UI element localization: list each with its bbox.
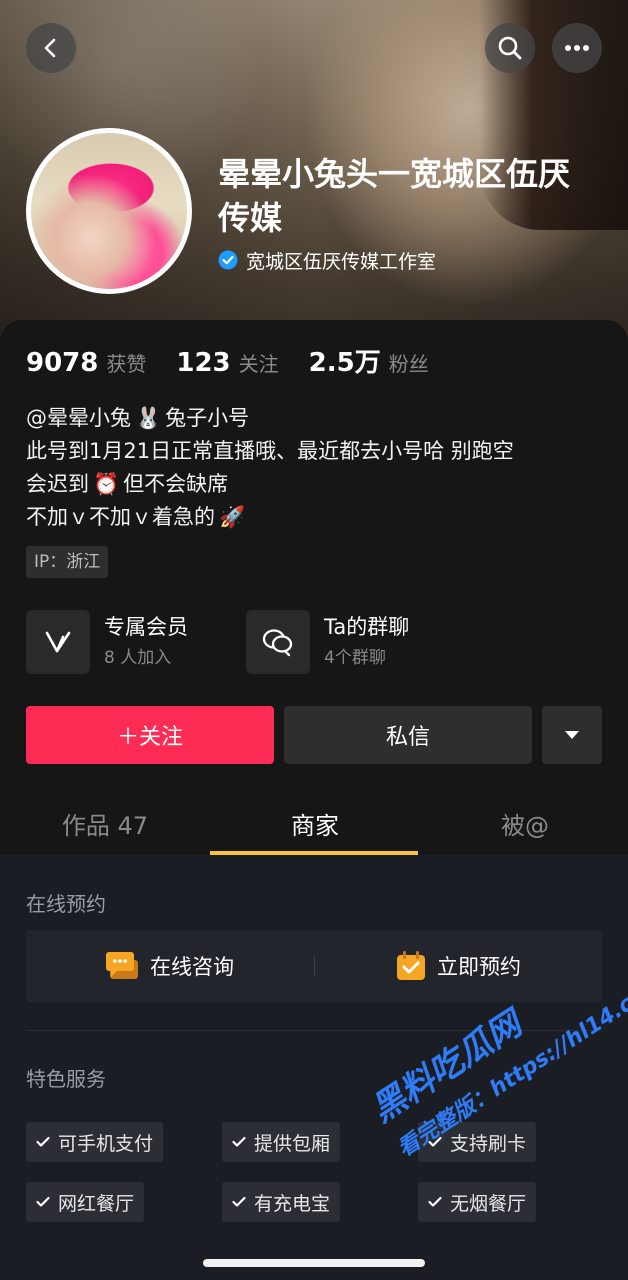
following-label[interactable]: 关注	[239, 348, 279, 377]
more-icon	[565, 45, 589, 51]
bio-line: @晕晕小兔 🐰 兔子小号	[26, 402, 606, 435]
chat-bubbles-icon	[262, 629, 293, 657]
service-chip: 有充电宝	[222, 1182, 341, 1222]
bio-line: 会迟到 ⏰ 但不会缺席	[26, 468, 606, 501]
exclusive-member-entry[interactable]: 专属会员 8 人加入	[26, 610, 188, 674]
check-icon	[36, 1196, 50, 1207]
service-chip-label: 网红餐厅	[58, 1192, 135, 1215]
bio-text: 但不会缺席	[123, 472, 229, 496]
feature-subtitle: 4个群聊	[324, 648, 386, 668]
feature-text: 专属会员 8 人加入	[104, 611, 188, 673]
bio-text: 不加ｖ不加ｖ着急的	[26, 505, 215, 529]
back-button[interactable]	[26, 23, 76, 73]
v-member-icon	[45, 631, 71, 653]
online-booking-title: 在线预约	[26, 892, 106, 916]
bio-text: 兔子小号	[165, 406, 250, 430]
service-chip: 提供包厢	[222, 1122, 341, 1162]
bio-text: 此号到1月21日正常直播哦、最近都去小号哈 别跑空	[26, 439, 514, 463]
profile-page: 晕晕小兔头一宽城区伍厌传媒 宽城区伍厌传媒工作室 9078 获赞 123 关注 …	[0, 0, 628, 1280]
service-chip-label: 有充电宝	[254, 1192, 331, 1215]
back-icon	[44, 38, 56, 58]
check-icon	[36, 1136, 50, 1147]
following-count[interactable]: 123	[176, 348, 230, 378]
service-chip-label: 提供包厢	[254, 1132, 331, 1155]
calendar-check-icon	[397, 951, 425, 980]
ip-location-tag: IP：浙江	[26, 546, 109, 578]
alarm-clock-emoji: ⏰	[93, 472, 120, 496]
verified-badge[interactable]: 宽城区伍厌传媒工作室	[218, 245, 436, 275]
feature-icon-box	[246, 610, 310, 674]
check-icon	[428, 1196, 442, 1207]
followers-label[interactable]: 粉丝	[389, 348, 429, 377]
chat-orange-icon	[106, 952, 138, 979]
bio-line: 此号到1月21日正常直播哦、最近都去小号哈 别跑空	[26, 435, 606, 468]
more-actions-button[interactable]	[542, 706, 602, 764]
followers-count[interactable]: 2.5万	[309, 342, 381, 379]
check-icon	[232, 1136, 246, 1147]
verified-label: 宽城区伍厌传媒工作室	[246, 250, 437, 273]
rabbit-emoji: 🐰	[135, 406, 162, 430]
check-icon	[232, 1196, 246, 1207]
search-button[interactable]	[485, 23, 535, 73]
tab-bar: 作品 47 商家 被@	[0, 790, 628, 854]
service-chip-label: 无烟餐厅	[450, 1192, 527, 1215]
service-chip: 网红餐厅	[26, 1182, 145, 1222]
avatar[interactable]	[26, 128, 192, 294]
tab-mentions[interactable]: 被@	[420, 790, 628, 854]
tab-merchant[interactable]: 商家	[210, 790, 420, 854]
feature-icon-box	[26, 610, 90, 674]
likes-label: 获赞	[106, 352, 147, 376]
online-consult-button[interactable]: 在线咨询	[26, 930, 314, 1002]
service-chip: 可手机支付	[26, 1122, 164, 1162]
message-button[interactable]: 私信	[284, 706, 532, 764]
online-consult-label: 在线咨询	[150, 955, 234, 979]
bio-text: 会迟到	[26, 472, 89, 496]
search-icon	[498, 36, 522, 60]
profile-card	[0, 320, 628, 855]
more-button[interactable]	[552, 23, 602, 73]
triangle-down-icon	[565, 731, 579, 739]
feature-subtitle: 8 人加入	[104, 648, 172, 668]
follow-button[interactable]: ＋关注	[26, 706, 274, 764]
bio-mention[interactable]: @晕晕小兔	[26, 402, 131, 435]
book-now-label: 立即预约	[437, 955, 521, 979]
likes-count: 9078	[26, 348, 99, 378]
feature-title: Ta的群聊	[324, 615, 410, 639]
bio: @晕晕小兔 🐰 兔子小号 此号到1月21日正常直播哦、最近都去小号哈 别跑空 会…	[26, 402, 606, 534]
bio-line: 不加ｖ不加ｖ着急的 🚀	[26, 501, 606, 534]
service-chip: 无烟餐厅	[418, 1182, 537, 1222]
feature-title: 专属会员	[104, 615, 188, 639]
service-chip-label: 可手机支付	[58, 1132, 154, 1155]
rocket-emoji: 🚀	[219, 505, 246, 529]
profile-name: 晕晕小兔头一宽城区伍厌传媒	[218, 155, 571, 237]
tab-works[interactable]: 作品 47	[0, 790, 210, 854]
feature-text: Ta的群聊 4个群聊	[324, 611, 409, 673]
group-chat-entry[interactable]: Ta的群聊 4个群聊	[246, 610, 409, 674]
stats-row: 9078 获赞 123 关注 2.5万 粉丝	[26, 342, 459, 379]
special-services-title: 特色服务	[26, 1067, 106, 1091]
verified-icon	[218, 250, 238, 270]
home-indicator[interactable]	[203, 1259, 425, 1267]
